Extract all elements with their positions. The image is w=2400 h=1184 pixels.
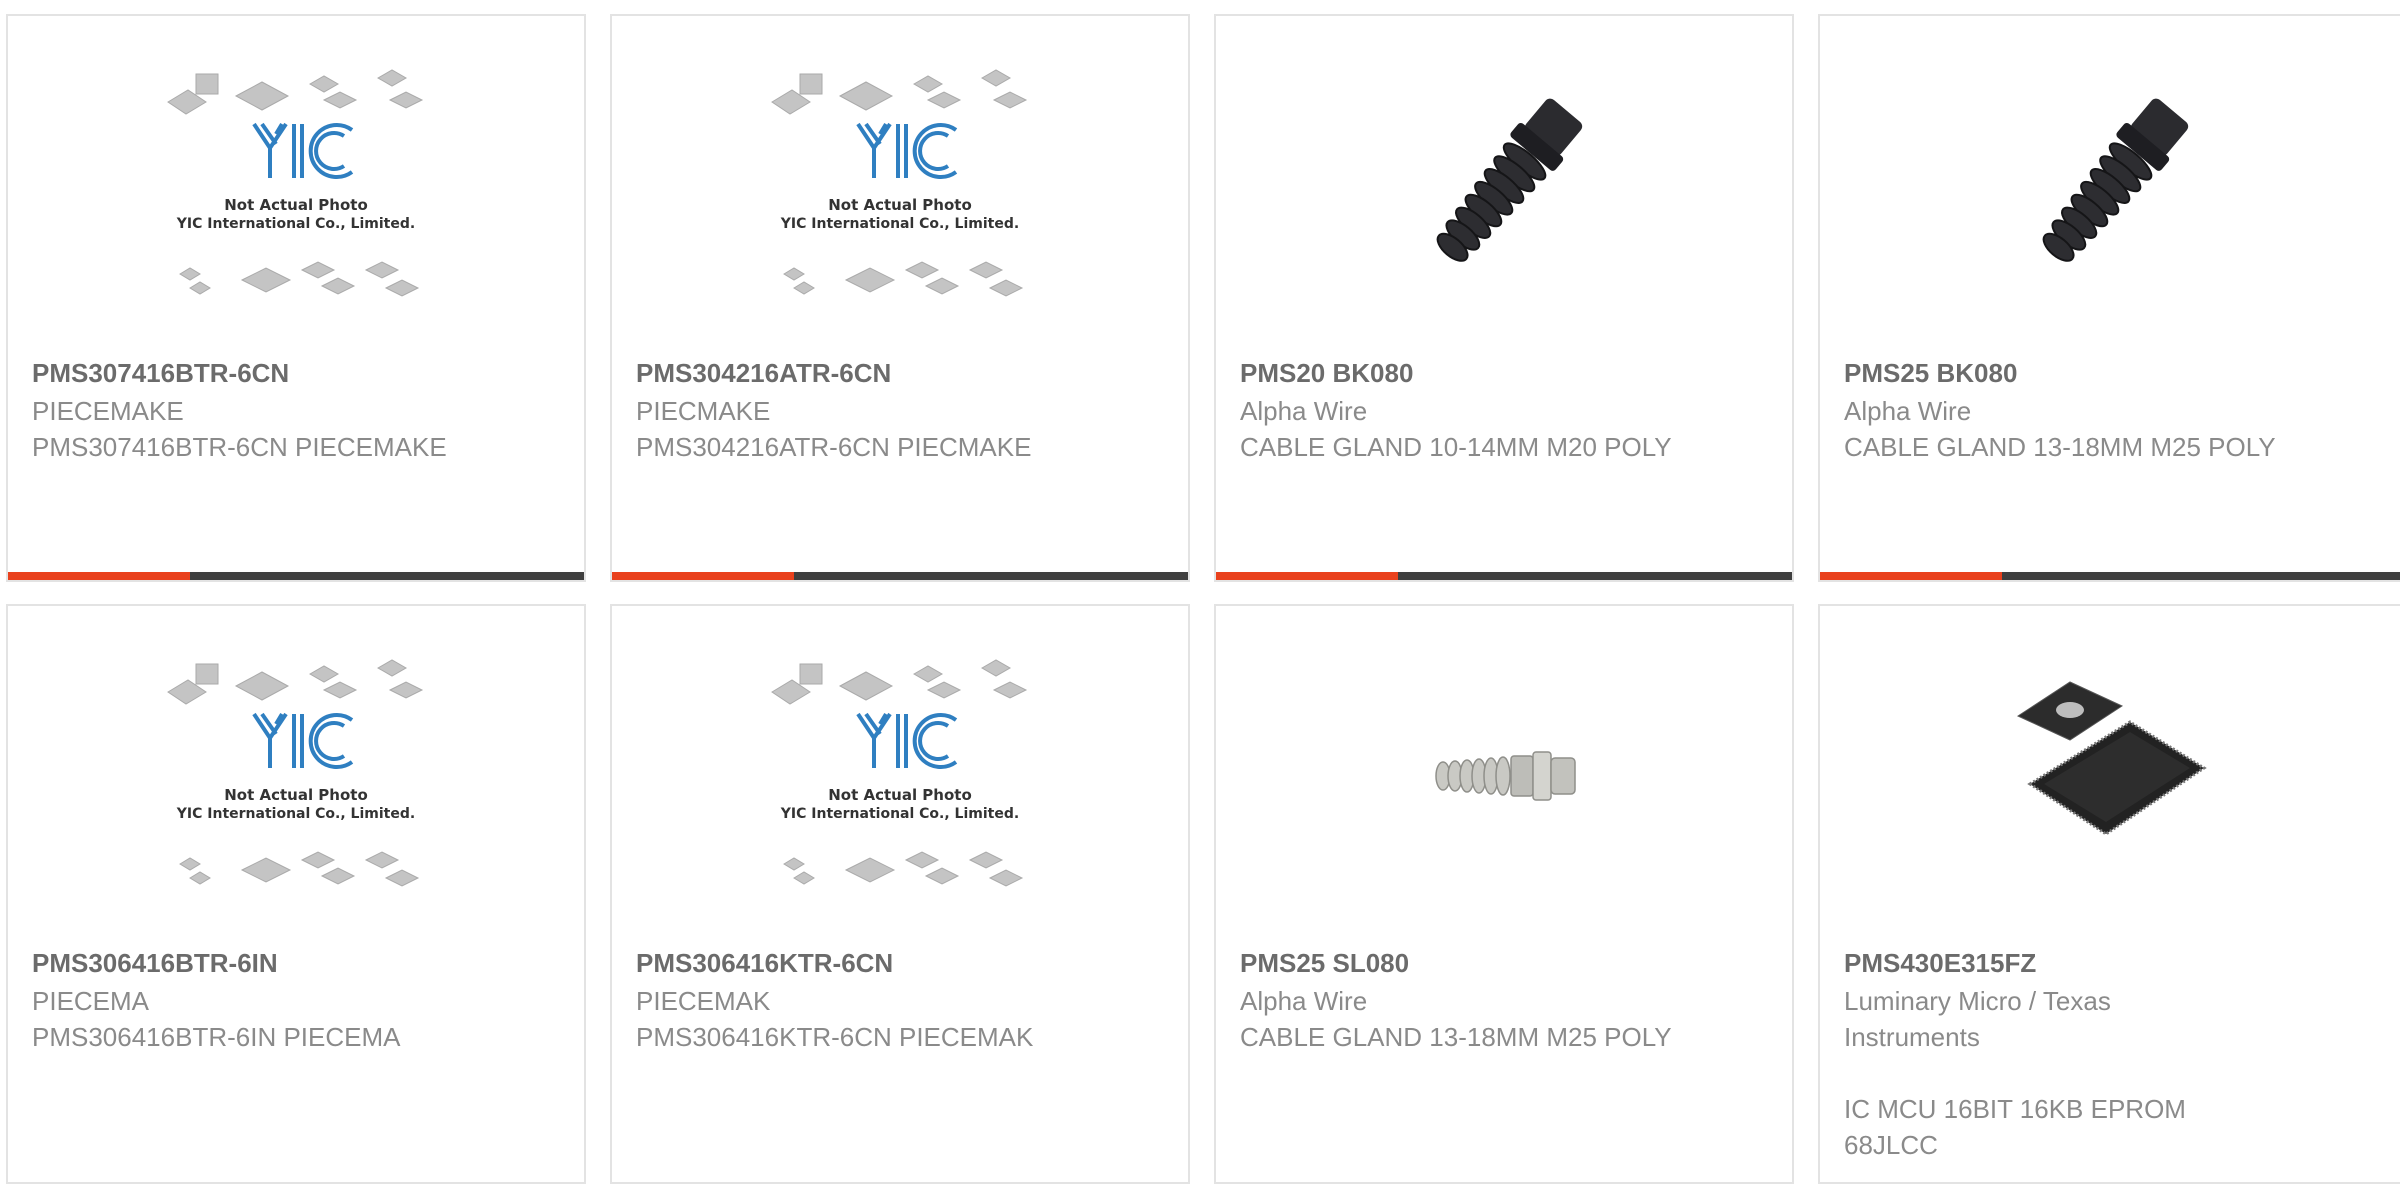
product-card[interactable]: PMS25 BK080 Alpha Wire CABLE GLAND 13-18… (1818, 14, 2400, 582)
yic-placeholder-image: Not Actual Photo YIC International Co., … (770, 656, 1030, 896)
card-accent-fill (1216, 572, 1398, 580)
product-image[interactable]: Not Actual Photo YIC International Co., … (612, 16, 1188, 356)
product-image[interactable] (1216, 16, 1792, 356)
part-number[interactable]: PMS307416BTR-6CN (32, 356, 564, 390)
card-accent-fill (612, 572, 794, 580)
manufacturer: Luminary Micro / Texas Instruments (1844, 986, 2111, 1052)
product-card[interactable]: PMS20 BK080 Alpha Wire CABLE GLAND 10-14… (1214, 14, 1794, 582)
product-card[interactable]: PMS430E315FZ Luminary Micro / Texas Inst… (1818, 604, 2400, 1184)
manufacturer: Alpha Wire (1844, 396, 1972, 426)
cable-gland-black-image (2042, 98, 2189, 262)
svg-text:Not Actual Photo: Not Actual Photo (828, 196, 972, 214)
part-number[interactable]: PMS430E315FZ (1844, 946, 2380, 980)
product-grid: Not Actual Photo YIC International Co., … (0, 0, 2400, 1184)
svg-text:YIC International Co., Limited: YIC International Co., Limited. (780, 806, 1019, 822)
product-card[interactable]: PMS25 SL080 Alpha Wire CABLE GLAND 13-18… (1214, 604, 1794, 1184)
yic-placeholder-image: Not Actual Photo YIC International Co., … (166, 66, 426, 306)
part-number[interactable]: PMS306416BTR-6IN (32, 946, 564, 980)
description: PMS307416BTR-6CN PIECEMAKE (32, 432, 447, 462)
card-accent-fill (8, 572, 190, 580)
product-card[interactable]: Not Actual Photo YIC International Co., … (610, 604, 1190, 1184)
manufacturer: PIECMAKE (636, 396, 771, 426)
part-number[interactable]: PMS306416KTR-6CN (636, 946, 1168, 980)
svg-text:Not Actual Photo: Not Actual Photo (224, 196, 368, 214)
part-number[interactable]: PMS25 BK080 (1844, 356, 2380, 390)
description: PMS306416BTR-6IN PIECEMA (32, 1022, 401, 1052)
manufacturer: PIECEMAKE (32, 396, 184, 426)
description: IC MCU 16BIT 16KB EPROM 68JLCC (1844, 1094, 2186, 1160)
product-card[interactable]: Not Actual Photo YIC International Co., … (6, 604, 586, 1184)
description: CABLE GLAND 10-14MM M20 POLY (1240, 432, 1672, 462)
card-accent-bar (612, 572, 1188, 580)
svg-text:Not Actual Photo: Not Actual Photo (224, 786, 368, 804)
cable-gland-black-image (1436, 98, 1583, 262)
description: CABLE GLAND 13-18MM M25 POLY (1240, 1022, 1672, 1052)
manufacturer: Alpha Wire (1240, 396, 1368, 426)
product-image[interactable]: Not Actual Photo YIC International Co., … (8, 606, 584, 946)
product-image[interactable]: Not Actual Photo YIC International Co., … (8, 16, 584, 356)
cable-gland-gray-image (1435, 751, 1576, 801)
part-number[interactable]: PMS20 BK080 (1240, 356, 1772, 390)
description: CABLE GLAND 13-18MM M25 POLY (1844, 432, 2276, 462)
part-number[interactable]: PMS304216ATR-6CN (636, 356, 1168, 390)
plcc-chip-image (2016, 681, 2207, 836)
description: PMS304216ATR-6CN PIECMAKE (636, 432, 1032, 462)
yic-placeholder-image: Not Actual Photo YIC International Co., … (770, 66, 1030, 306)
manufacturer: Alpha Wire (1240, 986, 1368, 1016)
product-image[interactable]: Not Actual Photo YIC International Co., … (612, 606, 1188, 946)
manufacturer: PIECEMAK (636, 986, 771, 1016)
card-accent-bar (1216, 572, 1792, 580)
card-accent-fill (1820, 572, 2002, 580)
svg-text:Not Actual Photo: Not Actual Photo (828, 786, 972, 804)
manufacturer: PIECEMA (32, 986, 150, 1016)
svg-text:YIC International Co., Limited: YIC International Co., Limited. (176, 216, 415, 232)
product-image[interactable] (1216, 606, 1792, 946)
card-accent-bar (1820, 572, 2400, 580)
svg-text:YIC International Co., Limited: YIC International Co., Limited. (176, 806, 415, 822)
svg-text:YIC International Co., Limited: YIC International Co., Limited. (780, 216, 1019, 232)
product-image[interactable] (1820, 16, 2400, 356)
product-card[interactable]: Not Actual Photo YIC International Co., … (610, 14, 1190, 582)
product-card[interactable]: Not Actual Photo YIC International Co., … (6, 14, 586, 582)
product-image[interactable] (1820, 606, 2400, 946)
part-number[interactable]: PMS25 SL080 (1240, 946, 1772, 980)
yic-placeholder-image: Not Actual Photo YIC International Co., … (166, 656, 426, 896)
description: PMS306416KTR-6CN PIECEMAK (636, 1022, 1034, 1052)
card-accent-bar (8, 572, 584, 580)
